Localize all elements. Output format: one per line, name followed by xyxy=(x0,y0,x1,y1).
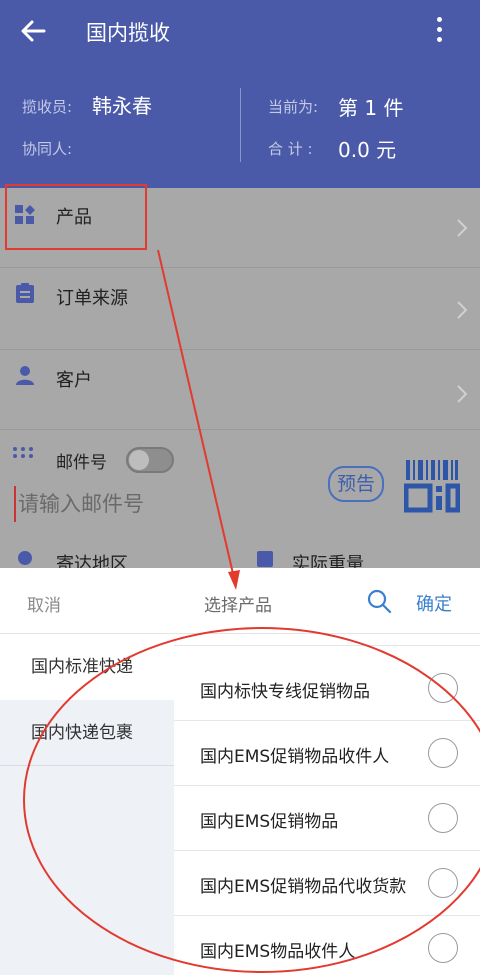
list-item[interactable]: 国内EMS促销物品 xyxy=(174,786,480,851)
assistant-label: 协同人: xyxy=(22,140,73,158)
scale-icon xyxy=(257,551,273,567)
list-item-partial xyxy=(174,634,480,646)
sheet-header: 取消 选择产品 确定 xyxy=(0,568,480,634)
chevron-right-icon xyxy=(457,385,468,403)
mail-no-label: 邮件号 xyxy=(56,453,107,473)
product-name: 国内EMS促销物品收件人 xyxy=(200,747,390,767)
order-source-row[interactable]: 订单来源 xyxy=(0,268,480,350)
radio-button[interactable] xyxy=(428,738,458,768)
customer-icon xyxy=(16,366,34,385)
product-picker-sheet: 取消 选择产品 确定 国内标准快递 国内快递包裹 国内标快专线促销物品 国内EM… xyxy=(0,568,480,975)
collector-label: 揽收员: xyxy=(22,98,73,116)
clipboard-icon xyxy=(16,283,34,303)
product-name: 国内EMS物品收件人 xyxy=(200,942,356,962)
radio-button[interactable] xyxy=(428,933,458,963)
app-bar: 国内揽收 xyxy=(0,0,480,62)
location-pin-icon xyxy=(18,551,32,565)
mail-no-input[interactable]: 请输入邮件号 xyxy=(14,486,314,522)
sheet-title: 选择产品 xyxy=(204,596,272,616)
category-item-express-parcel[interactable]: 国内快递包裹 xyxy=(0,700,174,766)
list-item[interactable]: 国内EMS促销物品收件人 xyxy=(174,721,480,786)
prenotice-button[interactable]: 预告 xyxy=(328,466,384,502)
product-list: 国内标快专线促销物品 国内EMS促销物品收件人 国内EMS促销物品 国内EMS促… xyxy=(174,634,480,975)
back-arrow-icon[interactable] xyxy=(18,16,48,46)
page-title: 国内揽收 xyxy=(86,21,170,45)
total-label: 合 计 : xyxy=(268,140,313,158)
product-name: 国内EMS促销物品代收货款 xyxy=(200,877,407,897)
keypad-icon xyxy=(13,447,33,458)
radio-button[interactable] xyxy=(428,673,458,703)
list-item[interactable]: 国内标快专线促销物品 xyxy=(174,656,480,721)
annotation-highlight-box xyxy=(5,184,147,250)
customer-row[interactable]: 客户 xyxy=(0,350,480,430)
cancel-button[interactable]: 取消 xyxy=(27,591,61,616)
hidden-form-row: 寄达地区 实际重量 xyxy=(0,540,480,575)
collector-name: 韩永春 xyxy=(92,94,152,118)
list-item[interactable]: 国内EMS促销物品代收货款 xyxy=(174,851,480,916)
customer-label: 客户 xyxy=(56,370,92,391)
chevron-right-icon xyxy=(457,219,468,237)
mail-no-toggle[interactable] xyxy=(126,447,174,473)
collection-summary: 揽收员: 韩永春 协同人: 当前为: 第 1 件 合 计 : 0.0 元 xyxy=(0,62,480,188)
current-label: 当前为: xyxy=(268,98,319,116)
barcode-scan-icon[interactable] xyxy=(404,458,460,514)
chevron-right-icon xyxy=(457,301,468,319)
product-name: 国内标快专线促销物品 xyxy=(200,682,370,702)
confirm-button[interactable]: 确定 xyxy=(416,590,452,616)
current-piece: 第 1 件 xyxy=(338,96,404,120)
order-source-label: 订单来源 xyxy=(56,288,128,309)
radio-button[interactable] xyxy=(428,803,458,833)
radio-button[interactable] xyxy=(428,868,458,898)
category-list: 国内标准快递 国内快递包裹 xyxy=(0,634,174,975)
category-item-standard-express[interactable]: 国内标准快递 xyxy=(0,634,174,700)
summary-divider xyxy=(240,88,241,162)
search-icon[interactable] xyxy=(366,588,392,614)
more-options-icon[interactable] xyxy=(428,14,450,50)
product-name: 国内EMS促销物品 xyxy=(200,812,339,832)
list-item[interactable]: 国内EMS物品收件人 xyxy=(174,916,480,975)
total-amount: 0.0 元 xyxy=(338,138,397,162)
